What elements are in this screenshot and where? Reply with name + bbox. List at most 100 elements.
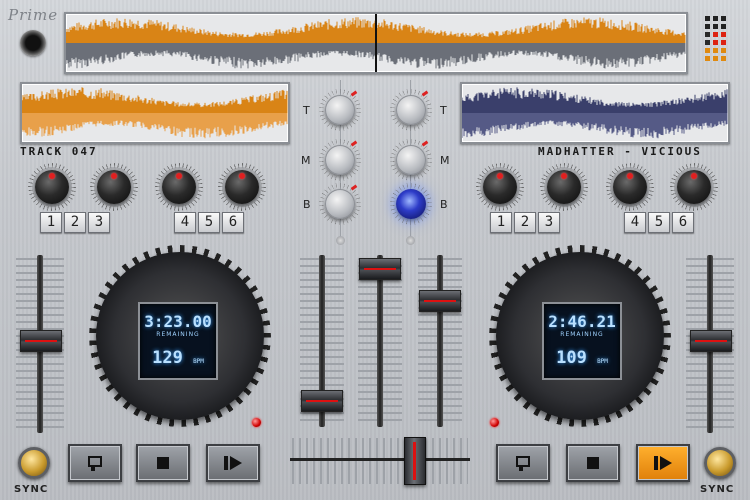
deck-a-hotcue-group-2: 4 5 6 [174,212,244,233]
deck-a-knob-2[interactable] [97,170,131,204]
deck-a-knob-3[interactable] [162,170,196,204]
meter-cell [705,56,710,61]
crossfader-slot [290,458,470,461]
eq-b-bass-knob[interactable] [396,189,426,219]
deck-b-sync-label: SYNC [700,484,735,495]
deck-a-stop-button[interactable] [136,444,190,482]
deck-a-display: 3:23.00 REMAINING 129 BPM [138,302,218,380]
deck-b-sync-button[interactable] [704,447,736,479]
eq-a-bass-label: B [303,198,311,211]
play-pause-icon [224,456,242,470]
deck-a-hotcue-5[interactable]: 5 [198,212,220,233]
overview-waveform-graphic [66,14,686,72]
eq-b-bass-label: B [440,198,448,211]
meter-cell [721,48,726,53]
deck-b-stop-button[interactable] [566,444,620,482]
deck-b-hotcue-5[interactable]: 5 [648,212,670,233]
deck-b-waveform-graphic [462,87,728,139]
channel-b-slot [377,255,383,427]
meter-cell [713,16,718,21]
eq-b-indicator [406,236,415,245]
meter-cell [713,56,718,61]
deck-b-knob-2[interactable] [547,170,581,204]
meter-cell [713,32,718,37]
eq-a-treble-label: T [303,104,310,117]
meter-cell [721,16,726,21]
deck-a-bpm-value: 129 [152,348,183,368]
deck-b-knob-1[interactable] [483,170,517,204]
deck-b-hotcue-group-2: 4 5 6 [624,212,694,233]
meter-cell [713,24,718,29]
deck-b-hotcue-4[interactable]: 4 [624,212,646,233]
master-slot [437,255,443,427]
cue-icon [88,456,102,471]
deck-a-time: 3:23.00 [144,312,212,331]
meter-cell [705,40,710,45]
deck-a-knob-4[interactable] [225,170,259,204]
meter-cell [705,48,710,53]
deck-a-hotcue-3[interactable]: 3 [88,212,110,233]
deck-a-hotcue-group-1: 1 2 3 [40,212,110,233]
master-fader[interactable] [419,290,461,312]
eq-a-bass-knob[interactable] [325,184,358,219]
deck-b-hotcue-1[interactable]: 1 [490,212,512,233]
deck-a-hotcue-6[interactable]: 6 [222,212,244,233]
headphone-jack-icon [20,30,46,56]
meter-cell [721,24,726,29]
stop-icon [587,457,599,469]
deck-b-bpm: 109 BPM [544,348,620,368]
meter-cell [705,32,710,37]
dj-mixer-app: Prime TRACK 047 MADHATTER - VICIOUS 1 2 … [0,0,750,500]
deck-a-sync-button[interactable] [18,447,50,479]
meter-cell [713,40,718,45]
deck-b-bpm-unit: BPM [597,358,608,365]
eq-a-treble-knob[interactable] [325,90,358,125]
master-level-meter [705,16,733,64]
meter-cell [721,56,726,61]
cue-icon [516,456,530,471]
meter-cell [705,16,710,21]
channel-b-fader[interactable] [359,258,401,280]
eq-a-indicator [336,236,345,245]
deck-b-status-led [490,418,499,427]
deck-a-waveform[interactable] [20,82,290,144]
deck-a-cue-button[interactable] [68,444,122,482]
meter-cell [705,24,710,29]
deck-b-time: 2:46.21 [548,312,616,331]
deck-b-knob-3[interactable] [613,170,647,204]
deck-b-cue-button[interactable] [496,444,550,482]
eq-b-treble-label: T [440,104,447,117]
meter-cell [721,32,726,37]
deck-a-track-name: TRACK 047 [20,145,98,158]
deck-a-hotcue-4[interactable]: 4 [174,212,196,233]
deck-b-hotcue-group-1: 1 2 3 [490,212,560,233]
deck-a-hotcue-2[interactable]: 2 [64,212,86,233]
deck-a-remaining-label: REMAINING [156,331,200,338]
deck-b-remaining-label: REMAINING [560,331,604,338]
deck-b-hotcue-2[interactable]: 2 [514,212,536,233]
meter-cell [721,40,726,45]
overview-waveform[interactable] [64,12,688,74]
stop-icon [157,457,169,469]
eq-a-mid-knob[interactable] [325,140,358,175]
crossfader-knob[interactable] [404,437,426,485]
deck-b-display: 2:46.21 REMAINING 109 BPM [542,302,622,380]
deck-a-sync-label: SYNC [14,484,49,495]
deck-b-hotcue-3[interactable]: 3 [538,212,560,233]
deck-a-hotcue-1[interactable]: 1 [40,212,62,233]
deck-a-bpm-unit: BPM [193,358,204,365]
deck-b-knob-4[interactable] [677,170,711,204]
deck-a-knob-1[interactable] [35,170,69,204]
deck-b-hotcue-6[interactable]: 6 [672,212,694,233]
eq-b-mid-knob[interactable] [396,140,429,175]
play-pause-icon [654,456,672,470]
deck-a-waveform-graphic [22,87,288,139]
deck-b-play-button[interactable] [636,444,690,482]
deck-b-waveform[interactable] [460,82,730,144]
deck-a-play-button[interactable] [206,444,260,482]
deck-b-pitch-fader[interactable] [690,330,732,352]
eq-b-treble-knob[interactable] [396,90,429,125]
channel-a-fader[interactable] [301,390,343,412]
deck-a-pitch-fader[interactable] [20,330,62,352]
meter-cell [713,48,718,53]
